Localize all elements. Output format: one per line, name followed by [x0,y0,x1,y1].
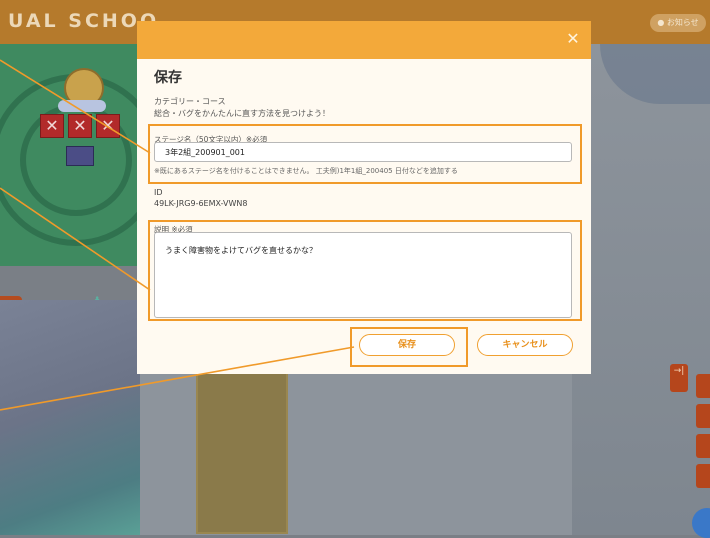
save-dialog: ✕ 保存 カテゴリー・コース 総合・バグをかんたんに直す方法を見つけよう！ ステ… [137,21,591,374]
tool-button[interactable] [696,434,710,458]
category-label: カテゴリー・コース [154,97,226,106]
notice-button[interactable]: ● お知らせ [650,14,706,32]
obstacle-x-block: ✕ [40,114,64,138]
cloud [58,100,106,112]
close-icon[interactable]: ✕ [563,29,583,49]
block-column [196,370,288,534]
category-value: 総合・バグをかんたんに直す方法を見つけよう！ [154,109,330,118]
play-field-left [0,300,140,535]
id-value: 49LK-JRG9-6EMX-VWN8 [154,199,248,208]
tool-button[interactable] [696,374,710,398]
save-button-highlight [350,327,468,367]
bug-sprite [66,146,94,166]
obstacle-x-block: ✕ [68,114,92,138]
stage-name-highlight [148,124,582,184]
tool-button[interactable] [696,404,710,428]
obstacle-x-block: ✕ [96,114,120,138]
description-highlight [148,220,582,321]
dialog-header: ✕ [137,21,591,59]
cancel-button[interactable]: キャンセル [477,334,573,356]
dialog-title: 保存 [154,70,182,86]
id-label: ID [154,188,163,197]
collapse-arrow-icon[interactable]: →| [670,364,688,392]
tool-button[interactable] [696,464,710,488]
